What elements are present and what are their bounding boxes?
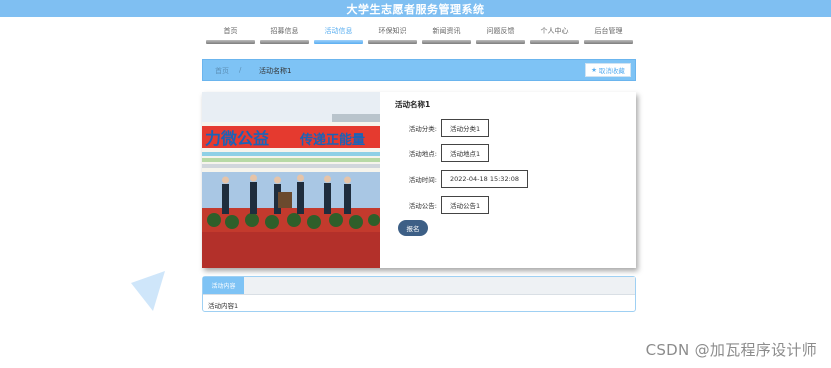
nav-item-admin[interactable]: 后台管理 xyxy=(584,24,633,44)
star-icon: ★ xyxy=(591,66,597,74)
nav-item-recruit[interactable]: 招募信息 xyxy=(260,24,309,44)
activity-time-value: 2022-04-18 15:32:08 xyxy=(441,170,529,188)
activity-detail-card: 力微公益 传递正能量 活动名称1 活动分类: 活动分类1 活动地点: 活动地点1… xyxy=(202,92,636,268)
watermark: CSDN @加瓦程序设计师 xyxy=(645,341,817,359)
breadcrumb-separator: / xyxy=(239,66,242,74)
activity-location-row: 活动地点: 活动地点1 xyxy=(395,143,490,163)
nav-item-label: 问题反馈 xyxy=(486,27,515,35)
nav-item-label: 招募信息 xyxy=(270,27,299,35)
nav-item-underline xyxy=(368,40,417,44)
breadcrumb-home-link[interactable]: 首页 xyxy=(215,66,229,76)
activity-category-row: 活动分类: 活动分类1 xyxy=(395,118,490,138)
activity-notice-value: 活动公告1 xyxy=(441,196,490,214)
content-tab-bar: 活动内容 xyxy=(203,277,635,295)
nav-item-eco-knowledge[interactable]: 环保知识 xyxy=(368,24,417,44)
app-header: 大学生志愿者服务管理系统 xyxy=(0,0,831,17)
activity-time-row: 活动时间: 2022-04-18 15:32:08 xyxy=(395,169,529,189)
nav-item-underline xyxy=(206,40,255,44)
activity-content-panel: 活动内容 活动内容1 xyxy=(202,276,636,312)
activity-time-label: 活动时间: xyxy=(408,176,437,184)
nav-item-activity[interactable]: 活动信息 xyxy=(314,24,363,44)
breadcrumb-current: 活动名称1 xyxy=(259,67,292,75)
activity-notice-row: 活动公告: 活动公告1 xyxy=(395,195,490,215)
nav-item-home[interactable]: 首页 xyxy=(206,24,255,44)
activity-category-value: 活动分类1 xyxy=(441,119,490,137)
nav-item-profile[interactable]: 个人中心 xyxy=(530,24,579,44)
nav-item-label: 后台管理 xyxy=(594,27,623,35)
activity-title: 活动名称1 xyxy=(395,100,431,109)
banner-text-right: 传递正能量 xyxy=(299,132,365,148)
nav-item-label: 新闻资讯 xyxy=(432,27,461,35)
nav-item-underline xyxy=(314,40,363,44)
cancel-favorite-button[interactable]: ★ 取消收藏 xyxy=(585,63,631,77)
activity-photo: 力微公益 传递正能量 xyxy=(202,92,380,268)
nav-item-underline xyxy=(530,40,579,44)
signup-button[interactable]: 报名 xyxy=(398,220,428,236)
nav-item-news[interactable]: 新闻资讯 xyxy=(422,24,471,44)
cancel-favorite-label: 取消收藏 xyxy=(598,67,625,75)
breadcrumb: 首页 / 活动名称1 ★ 取消收藏 xyxy=(202,59,636,81)
tab-activity-content[interactable]: 活动内容 xyxy=(203,277,244,294)
nav-item-feedback[interactable]: 问题反馈 xyxy=(476,24,525,44)
nav-item-label: 个人中心 xyxy=(540,27,569,35)
nav-item-label: 首页 xyxy=(223,27,238,35)
nav-item-underline xyxy=(476,40,525,44)
activity-notice-label: 活动公告: xyxy=(408,202,437,210)
decorative-triangle xyxy=(131,271,165,311)
activity-location-value: 活动地点1 xyxy=(441,144,490,162)
nav-item-label: 环保知识 xyxy=(378,27,407,35)
banner-text-left: 力微公益 xyxy=(205,129,269,148)
nav-item-underline xyxy=(422,40,471,44)
activity-content-text: 活动内容1 xyxy=(208,302,239,310)
nav-item-underline xyxy=(260,40,309,44)
activity-photo-illustration: 力微公益 传递正能量 xyxy=(202,92,380,268)
nav-item-label: 活动信息 xyxy=(324,27,353,35)
activity-location-label: 活动地点: xyxy=(408,150,437,158)
activity-category-label: 活动分类: xyxy=(408,125,437,133)
nav-item-underline xyxy=(584,40,633,44)
main-nav: 首页 招募信息 活动信息 环保知识 新闻资讯 问题反馈 个人中心 后台管理 xyxy=(206,24,638,46)
app-title: 大学生志愿者服务管理系统 xyxy=(346,2,485,16)
